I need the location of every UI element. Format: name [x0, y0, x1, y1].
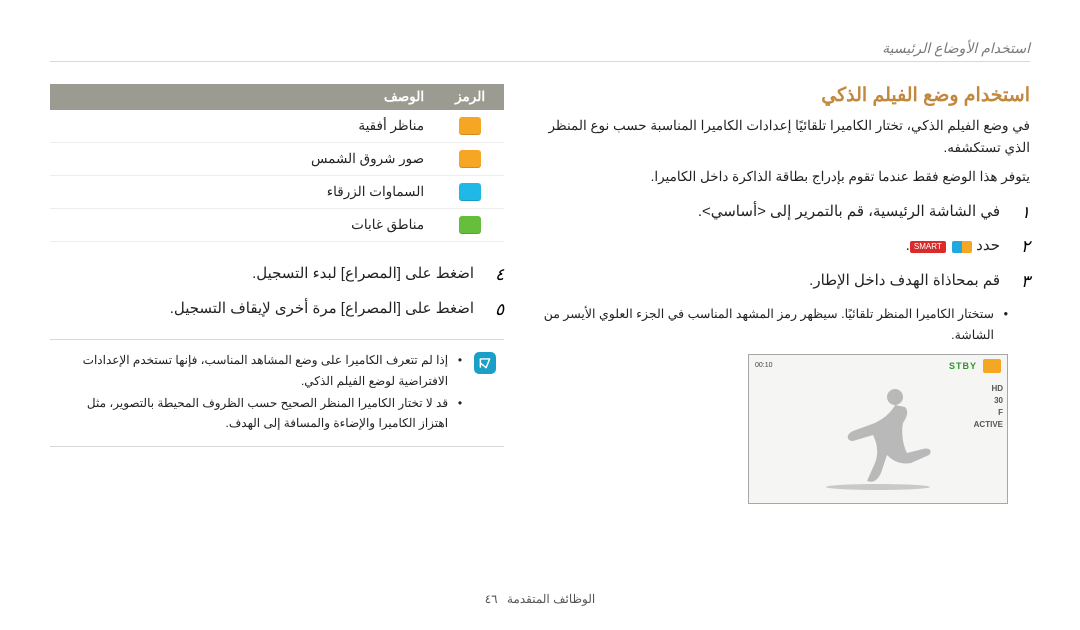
- info-box: إذا لم تتعرف الكاميرا على وضع المشاهد ال…: [50, 339, 504, 447]
- step-text: حدد SMART .: [528, 232, 1000, 259]
- row-desc: السماوات الزرقاء: [50, 176, 436, 209]
- preview-topbar: STBY 00:10: [749, 355, 1007, 377]
- step-num: ٣: [1010, 267, 1030, 298]
- intro-1: في وضع الفيلم الذكي، تختار الكاميرا تلقا…: [528, 115, 1030, 160]
- info-list: إذا لم تتعرف الكاميرا على وضع المشاهد ال…: [56, 350, 462, 436]
- step-1: ١ في الشاشة الرئيسية، قم بالتمرير إلى <أ…: [528, 198, 1030, 229]
- info-item: إذا لم تتعرف الكاميرا على وضع المشاهد ال…: [56, 350, 462, 391]
- step-3-note: ستختار الكاميرا المنظر تلقائيًا. سيظهر ر…: [528, 304, 1008, 347]
- step-2: ٢ حدد SMART .: [528, 232, 1030, 263]
- intro-2: يتوفر هذا الوضع فقط عندما تقوم بإدراج بط…: [528, 166, 1030, 188]
- right-column: استخدام وضع الفيلم الذكي في وضع الفيلم ا…: [528, 84, 1030, 504]
- footer-page: ٤٦: [485, 592, 498, 606]
- footer-label: الوظائف المتقدمة: [507, 592, 595, 606]
- step-text-label: حدد: [976, 237, 1000, 254]
- preview-side-readouts: HD 30 F ACTIVE: [974, 383, 1003, 431]
- breadcrumb: استخدام الأوضاع الرئيسية: [50, 40, 1030, 57]
- legend-table: الرمز الوصف مناظر أفقية صور شروق الشمس: [50, 84, 504, 242]
- smart-badge-label: SMART: [910, 241, 946, 253]
- battery-time: 00:10: [755, 362, 773, 370]
- camera-preview: STBY 00:10 HD 30 F ACTIVE: [748, 354, 1008, 504]
- row-desc: صور شروق الشمس: [50, 143, 436, 176]
- step-num: ٢: [1010, 232, 1030, 263]
- readout-hd: HD: [974, 383, 1003, 395]
- legend-table-wrap: الرمز الوصف مناظر أفقية صور شروق الشمس: [50, 84, 504, 242]
- page: استخدام الأوضاع الرئيسية استخدام وضع الف…: [0, 0, 1080, 630]
- readout-active: ACTIVE: [974, 419, 1003, 431]
- video-icon: [952, 241, 972, 253]
- header-divider: [50, 61, 1030, 62]
- info-item: قد لا تختار الكاميرا المنظر الصحيح حسب ا…: [56, 393, 462, 434]
- note-icon: [474, 352, 496, 374]
- step-num: ٤: [484, 260, 504, 291]
- content-columns: استخدام وضع الفيلم الذكي في وضع الفيلم ا…: [50, 84, 1030, 504]
- landscape-icon: [459, 117, 481, 135]
- scene-icon: [983, 359, 1001, 373]
- step-text: قم بمحاذاة الهدف داخل الإطار.: [528, 267, 1000, 294]
- step-text: اضغط على [المصراع] لبدء التسجيل.: [50, 260, 474, 287]
- page-footer: الوظائف المتقدمة ٤٦: [0, 592, 1080, 606]
- steps-right: ١ في الشاشة الرئيسية، قم بالتمرير إلى <أ…: [528, 198, 1030, 298]
- step-5: ٥ اضغط على [المصراع] مرة أخرى لإيقاف الت…: [50, 295, 504, 326]
- th-icon: الرمز: [436, 84, 504, 110]
- step-4: ٤ اضغط على [المصراع] لبدء التسجيل.: [50, 260, 504, 291]
- stby-label: STBY: [949, 361, 977, 371]
- row-desc: مناظر أفقية: [50, 110, 436, 143]
- sunrise-icon: [459, 150, 481, 168]
- info-icon-wrap: [472, 350, 498, 436]
- forest-icon: [459, 216, 481, 234]
- skater-silhouette: [813, 383, 943, 493]
- table-row: السماوات الزرقاء: [50, 176, 504, 209]
- step-num: ١: [1010, 198, 1030, 229]
- step-3: ٣ قم بمحاذاة الهدف داخل الإطار.: [528, 267, 1030, 298]
- smart-mode-icon: SMART: [910, 239, 972, 254]
- step-text: اضغط على [المصراع] مرة أخرى لإيقاف التسج…: [50, 295, 474, 322]
- left-column: الرمز الوصف مناظر أفقية صور شروق الشمس: [50, 84, 504, 504]
- preview-top-right: 00:10: [755, 362, 773, 370]
- bluesky-icon: [459, 183, 481, 201]
- preview-top-left: STBY: [949, 359, 1001, 373]
- row-desc: مناطق غابات: [50, 209, 436, 242]
- section-title: استخدام وضع الفيلم الذكي: [528, 84, 1030, 107]
- table-row: مناطق غابات: [50, 209, 504, 242]
- step-num: ٥: [484, 295, 504, 326]
- step-text: في الشاشة الرئيسية، قم بالتمرير إلى <أسا…: [528, 198, 1000, 225]
- th-desc: الوصف: [50, 84, 436, 110]
- readout-f: F: [974, 407, 1003, 419]
- steps-left: ٤ اضغط على [المصراع] لبدء التسجيل. ٥ اضغ…: [50, 260, 504, 325]
- table-row: مناظر أفقية: [50, 110, 504, 143]
- table-row: صور شروق الشمس: [50, 143, 504, 176]
- readout-fps: 30: [974, 395, 1003, 407]
